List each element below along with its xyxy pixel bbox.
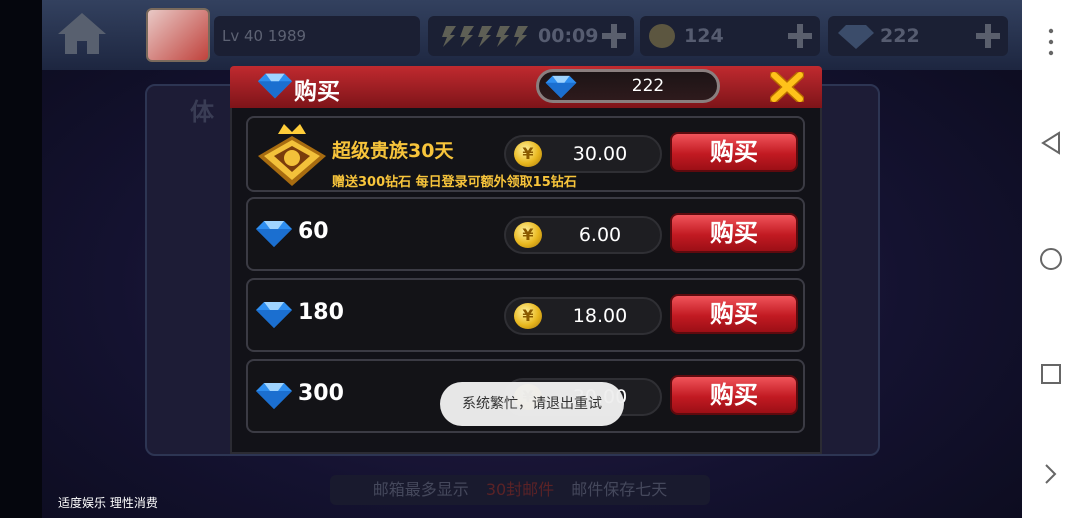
diamond-amount: 60 bbox=[298, 219, 329, 244]
vip-name: 超级贵族30天 bbox=[332, 140, 454, 162]
add-energy-plus-icon[interactable] bbox=[602, 24, 626, 48]
gold-box: 124 bbox=[640, 16, 820, 56]
diamond-box: 222 bbox=[828, 16, 1008, 56]
energy-timer: 00:09 bbox=[538, 25, 599, 47]
buy-button[interactable]: 购买 bbox=[670, 294, 798, 334]
diamond-balance: 222 bbox=[536, 69, 720, 103]
vip-crown-badge-icon bbox=[258, 124, 326, 186]
buy-button[interactable]: 购买 bbox=[670, 213, 798, 253]
price-value: 18.00 bbox=[572, 305, 628, 327]
shop-item-vip: 超级贵族30天 赠送300钻石 每日登录可额外领取15钻石 ¥ 30.00 购买 bbox=[246, 116, 805, 192]
price-value: 6.00 bbox=[578, 224, 622, 246]
mail-note-highlight: 30封邮件 bbox=[485, 480, 555, 499]
diamond-icon bbox=[256, 383, 292, 409]
avatar[interactable] bbox=[146, 8, 210, 62]
price-tag: ¥ 6.00 bbox=[504, 216, 662, 254]
recents-icon[interactable] bbox=[1041, 364, 1061, 384]
price-tag: ¥ 18.00 bbox=[504, 297, 662, 335]
left-edge bbox=[0, 0, 42, 518]
home-nav-icon[interactable] bbox=[1040, 248, 1062, 270]
diamond-icon bbox=[256, 221, 292, 247]
shop-item-diamond-60: 60 ¥ 6.00 购买 bbox=[246, 197, 805, 271]
add-gold-plus-icon[interactable] bbox=[788, 24, 812, 48]
yuan-coin-icon: ¥ bbox=[514, 141, 542, 167]
toast-message: 系统繁忙，请退出重试 bbox=[440, 382, 624, 426]
energy-icon bbox=[442, 26, 528, 47]
mail-note-prefix: 邮箱最多显示 bbox=[372, 480, 469, 499]
diamond-amount: 180 bbox=[298, 300, 344, 325]
home-icon[interactable] bbox=[56, 10, 108, 56]
price-tag: ¥ 30.00 bbox=[504, 135, 662, 173]
diamond-icon bbox=[257, 73, 293, 99]
level-label: Lv 40 1989 bbox=[214, 16, 420, 56]
diamond-icon bbox=[838, 25, 874, 49]
mail-note-suffix: 邮件保存七天 bbox=[571, 480, 668, 499]
close-x-icon[interactable] bbox=[770, 72, 804, 102]
gold-count: 124 bbox=[684, 25, 724, 47]
back-icon[interactable] bbox=[1041, 131, 1060, 155]
yuan-coin-icon: ¥ bbox=[514, 222, 542, 248]
add-diamond-plus-icon[interactable] bbox=[976, 24, 1000, 48]
balance-value: 222 bbox=[631, 76, 665, 96]
buy-button[interactable]: 购买 bbox=[670, 375, 798, 415]
price-value: 30.00 bbox=[572, 143, 628, 165]
diamond-count: 222 bbox=[880, 25, 920, 47]
android-nav-bar bbox=[1022, 0, 1080, 518]
dialog-title: 购买 bbox=[294, 79, 340, 105]
gold-coin-icon bbox=[649, 24, 675, 48]
health-notice: 适度娱乐 理性消费 bbox=[58, 496, 158, 510]
buy-button[interactable]: 购买 bbox=[670, 132, 798, 172]
expand-arrow-icon[interactable] bbox=[1045, 464, 1057, 484]
mail-note: 邮箱最多显示 30封邮件 邮件保存七天 bbox=[330, 475, 710, 505]
nav-icons-layer bbox=[1040, 28, 1062, 484]
diamond-icon bbox=[545, 75, 577, 99]
mail-panel-title: 体 bbox=[190, 98, 214, 126]
more-options-icon[interactable] bbox=[1048, 28, 1054, 56]
diamond-amount: 300 bbox=[298, 381, 344, 406]
vip-description: 赠送300钻石 每日登录可额外领取15钻石 bbox=[332, 175, 577, 190]
diamond-icon bbox=[256, 302, 292, 328]
energy-box: 00:09 bbox=[428, 16, 634, 56]
shop-item-diamond-180: 180 ¥ 18.00 购买 bbox=[246, 278, 805, 352]
yuan-coin-icon: ¥ bbox=[514, 303, 542, 329]
